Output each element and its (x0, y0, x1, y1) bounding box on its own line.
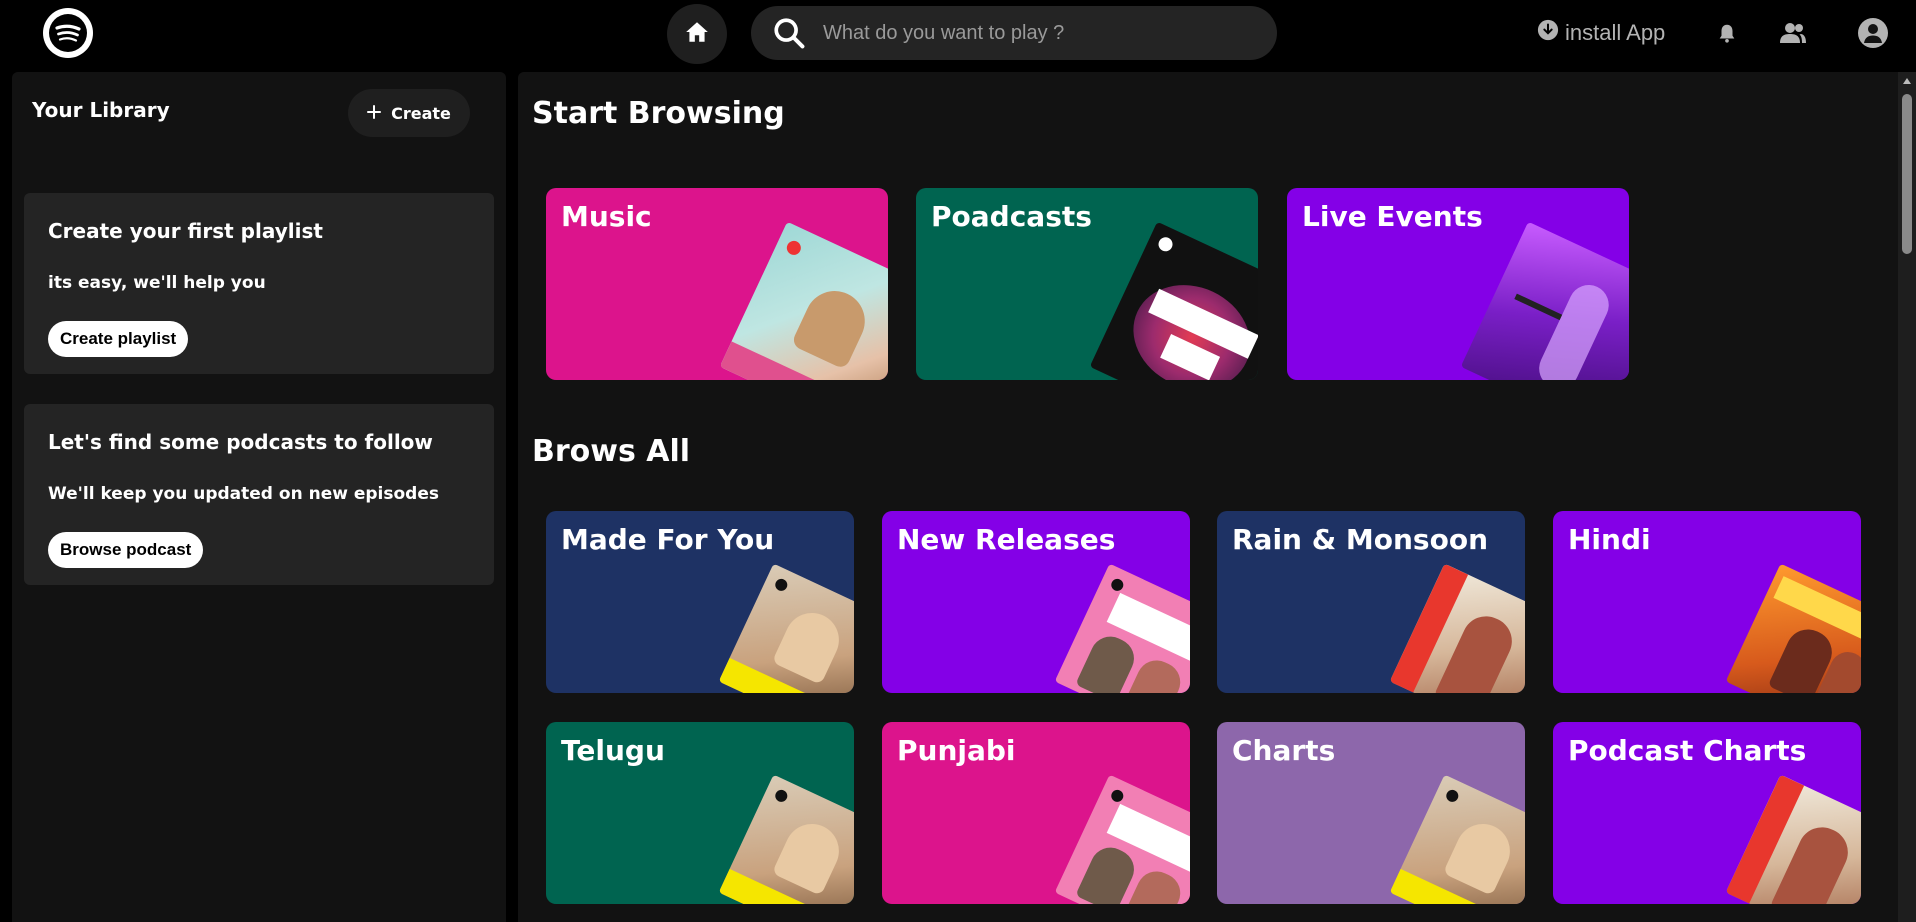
tile-hindi[interactable]: Hindi (1553, 511, 1861, 693)
tile-telugu[interactable]: Telugu (546, 722, 854, 904)
tile-podcast-charts[interactable]: Podcast Charts (1553, 722, 1861, 904)
tile-new-releases[interactable]: New Releases (882, 511, 1190, 693)
library-sidebar: Your Library Create Create your first pl… (12, 72, 506, 922)
tile-label: Punjabi (897, 734, 1016, 767)
scroll-up-arrow-icon[interactable] (1898, 74, 1916, 88)
album-art-image (718, 774, 854, 904)
tile-podcasts[interactable]: Poadcasts (916, 188, 1258, 380)
plus-icon (367, 104, 382, 123)
download-icon (1537, 19, 1559, 47)
friends-icon[interactable] (1778, 18, 1808, 48)
create-playlist-button[interactable]: Create playlist (48, 321, 189, 357)
home-icon (684, 19, 710, 49)
browse-main: Start Browsing Music Poadcasts Live Even… (518, 72, 1916, 922)
bell-icon[interactable] (1712, 18, 1742, 48)
home-button[interactable] (667, 4, 727, 64)
install-app-button[interactable]: install App (1537, 17, 1665, 49)
card-title: Create your first playlist (48, 219, 323, 243)
browse-podcasts-card: Let's find some podcasts to follow We'll… (24, 404, 494, 585)
search-bar (751, 6, 1277, 60)
top-bar: install App (0, 0, 1916, 70)
browse-podcast-button[interactable]: Browse podcast (48, 532, 204, 568)
tile-music[interactable]: Music (546, 188, 888, 380)
tile-punjabi[interactable]: Punjabi (882, 722, 1190, 904)
tile-live-events[interactable]: Live Events (1287, 188, 1629, 380)
tile-charts[interactable]: Charts (1217, 722, 1525, 904)
tile-label: Telugu (561, 734, 665, 767)
create-playlist-card: Create your first playlist its easy, we'… (24, 193, 494, 374)
album-art-image (1054, 563, 1190, 693)
album-art-image (1389, 774, 1525, 904)
tile-label: Made For You (561, 523, 775, 556)
tile-made-for-you[interactable]: Made For You (546, 511, 854, 693)
album-art-image (1389, 563, 1525, 693)
library-title: Your Library (32, 98, 170, 122)
card-subtitle: We'll keep you updated on new episodes (48, 484, 439, 504)
card-title: Let's find some podcasts to follow (48, 430, 433, 454)
card-subtitle: its easy, we'll help you (48, 273, 266, 293)
start-browsing-title: Start Browsing (532, 96, 785, 131)
tile-label: Podcast Charts (1568, 734, 1807, 767)
tile-label: Live Events (1302, 200, 1483, 233)
album-art-image (1054, 774, 1190, 904)
tile-label: Music (561, 200, 652, 233)
tile-label: Rain & Monsoon (1232, 523, 1489, 556)
create-label: Create (391, 103, 451, 123)
user-avatar-icon[interactable] (1858, 18, 1888, 48)
album-art-image (719, 221, 888, 380)
create-button[interactable]: Create (348, 89, 470, 137)
album-art-image (1725, 563, 1861, 693)
scroll-thumb[interactable] (1902, 94, 1912, 254)
search-input[interactable] (821, 13, 1261, 53)
browse-all-title: Brows All (532, 434, 691, 469)
tile-label: Hindi (1568, 523, 1651, 556)
tile-label: Poadcasts (931, 200, 1092, 233)
podcast-art-image (1089, 221, 1258, 380)
search-icon[interactable] (771, 15, 807, 51)
spotify-logo-icon[interactable] (43, 8, 93, 58)
tile-label: Charts (1232, 734, 1336, 767)
concert-art-image (1460, 221, 1629, 380)
install-app-label: install App (1565, 20, 1666, 45)
main-scrollbar[interactable] (1898, 72, 1916, 922)
album-art-image (1725, 774, 1861, 904)
tile-rain-and-monsoon[interactable]: Rain & Monsoon (1217, 511, 1525, 693)
album-art-image (718, 563, 854, 693)
tile-label: New Releases (897, 523, 1116, 556)
